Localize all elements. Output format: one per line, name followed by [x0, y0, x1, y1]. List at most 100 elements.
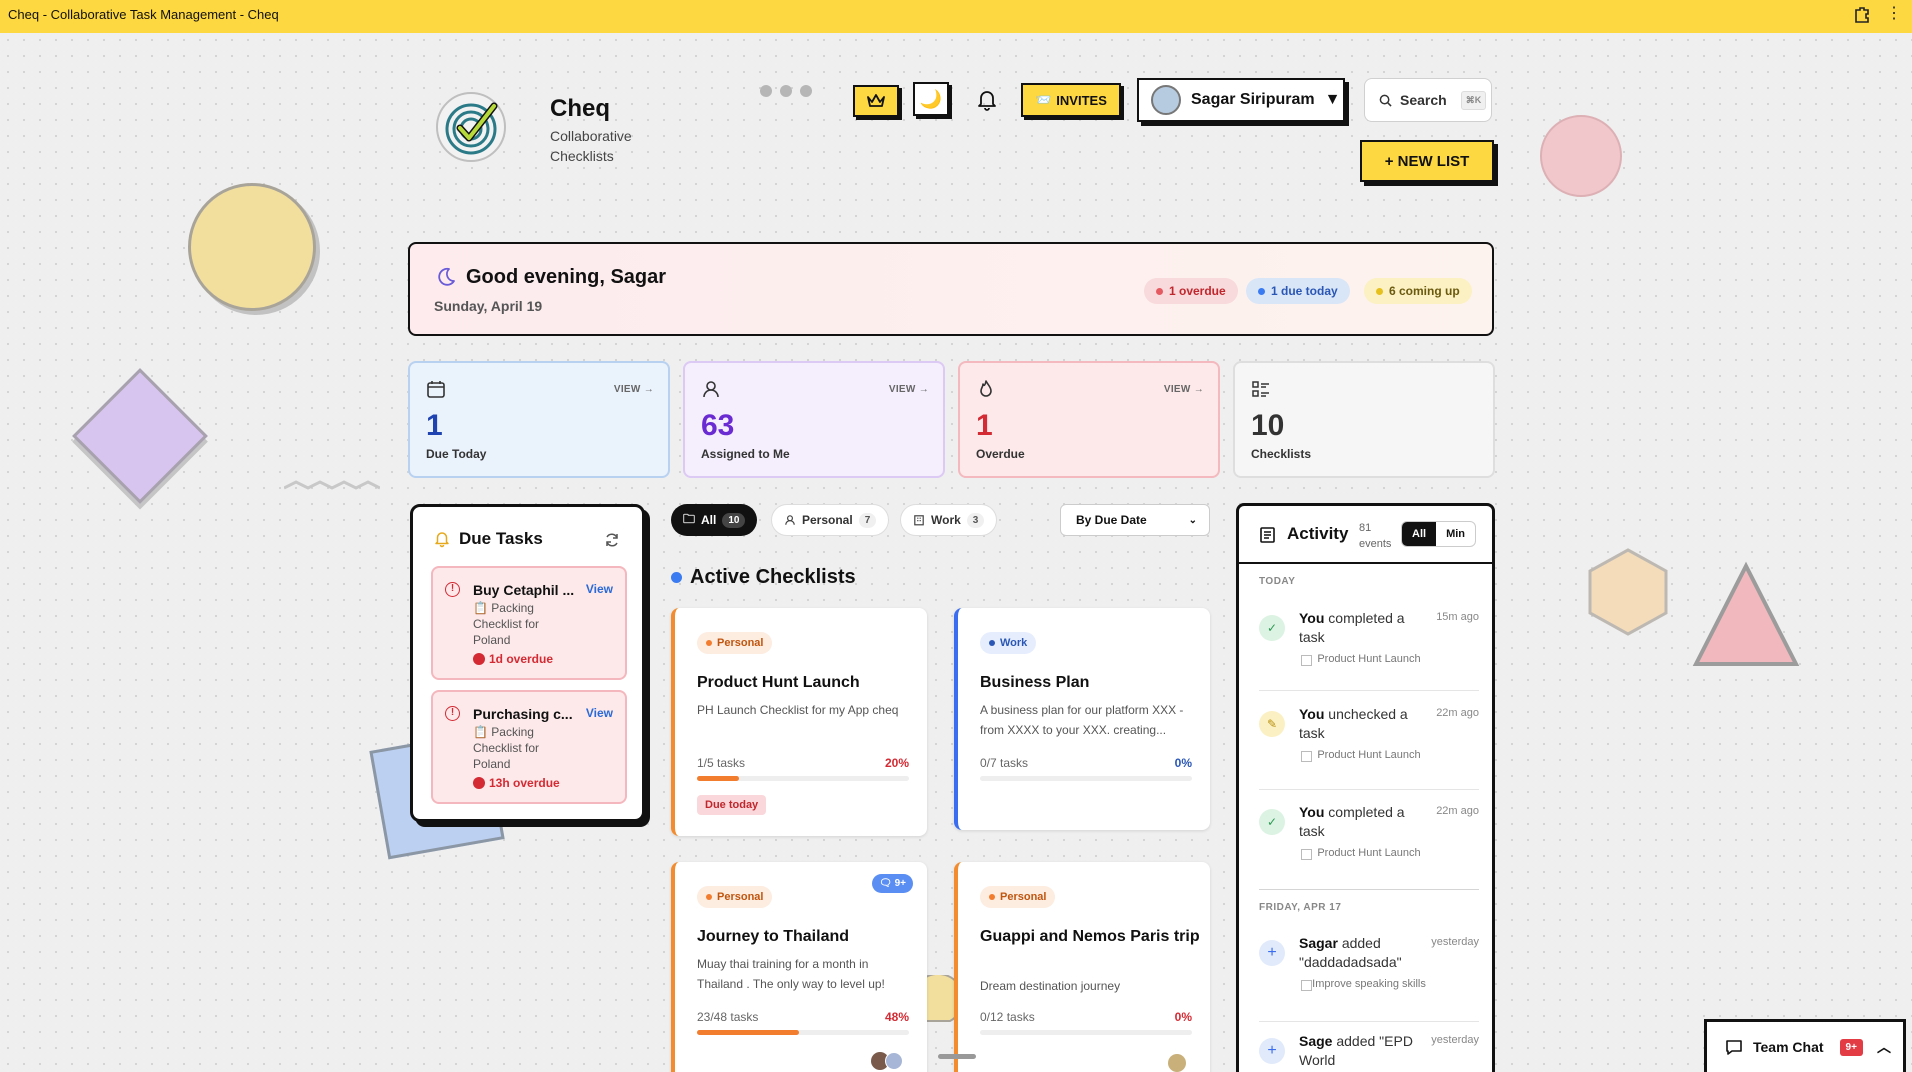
- stat-value: 10: [1251, 409, 1285, 442]
- due-task-title: Purchasing c...: [473, 706, 573, 722]
- crown-icon: [867, 94, 885, 107]
- checklist-percent: 48%: [884, 1010, 909, 1024]
- check-circle-icon: ✓: [1259, 809, 1285, 835]
- new-list-button[interactable]: + NEW LIST: [1360, 140, 1494, 182]
- due-tasks-title: Due Tasks: [459, 529, 543, 548]
- chevron-up-icon: ︿: [1876, 1039, 1891, 1055]
- checklist-card[interactable]: Personal Product Hunt Launch PH Launch C…: [671, 608, 927, 836]
- checklist-card[interactable]: 🗨 9+ Personal Journey to Thailand Muay t…: [671, 862, 927, 1072]
- stat-value: 1: [976, 409, 993, 442]
- checklist-progress-bar: [697, 776, 909, 781]
- activity-time: 15m ago: [1436, 611, 1479, 623]
- bell-icon: [435, 532, 449, 548]
- filter-work-label: Work: [931, 513, 961, 527]
- section-title: Active Checklists: [671, 566, 856, 589]
- chevron-down-icon: ⌄: [1188, 514, 1197, 526]
- activity-item: ✓ You completed a task 22m ago Product H…: [1259, 803, 1479, 873]
- comment-count-badge[interactable]: 🗨 9+: [872, 874, 913, 893]
- team-chat-button[interactable]: Team Chat 9+ ︿: [1704, 1019, 1906, 1072]
- moon-icon: 🌙: [919, 88, 943, 109]
- stat-view-link[interactable]: VIEW →: [889, 384, 929, 395]
- due-today-pill[interactable]: 1 due today: [1246, 278, 1350, 304]
- scroll-handle[interactable]: [938, 1054, 976, 1059]
- user-icon: [785, 515, 795, 525]
- checklist-tag: Work: [980, 632, 1037, 654]
- team-chat-label: Team Chat: [1753, 1039, 1824, 1055]
- sort-select[interactable]: By Due Date ⌄: [1060, 504, 1210, 536]
- more-menu-icon[interactable]: ⋮: [1886, 6, 1902, 22]
- activity-reference[interactable]: Product Hunt Launch: [1299, 845, 1439, 861]
- filter-personal-label: Personal: [802, 513, 853, 527]
- due-task-overdue-label: 1d overdue: [489, 652, 554, 666]
- folder-icon: 🗀: [683, 511, 696, 526]
- due-task-view-link[interactable]: View: [586, 706, 613, 720]
- stat-value: 1: [426, 409, 443, 442]
- checklist-tag: Personal: [697, 632, 773, 654]
- checklist-description: Muay thai training for a month in Thaila…: [697, 957, 885, 991]
- section-title-label: Active Checklists: [690, 566, 856, 588]
- due-task-list: 📋 Packing Checklist for Poland: [473, 601, 540, 647]
- premium-crown-button[interactable]: [853, 85, 899, 117]
- activity-item: ✎ You unchecked a task 22m ago Product H…: [1259, 705, 1479, 775]
- activity-item: ✓ You completed a task 15m ago Product H…: [1259, 609, 1479, 679]
- due-today-pill-label: 1 due today: [1271, 284, 1338, 298]
- caret-down-icon: ▼: [1324, 91, 1341, 108]
- building-icon: [914, 515, 924, 526]
- stat-label: Assigned to Me: [701, 447, 790, 461]
- checklist-card[interactable]: Work Business Plan A business plan for o…: [954, 608, 1210, 830]
- filter-work[interactable]: Work 3: [900, 504, 998, 536]
- user-icon: [703, 381, 719, 398]
- sort-select-value: By Due Date: [1076, 513, 1147, 527]
- stat-view-link[interactable]: VIEW →: [1164, 384, 1204, 395]
- due-task-item[interactable]: ! Purchasing c... View 📋 Packing Checkli…: [431, 690, 627, 804]
- window-title: Cheq - Collaborative Task Management - C…: [8, 7, 279, 22]
- activity-reference[interactable]: Product Hunt Launch: [1299, 747, 1439, 763]
- stat-view-link[interactable]: VIEW →: [614, 384, 654, 395]
- invites-button[interactable]: 📨 INVITES: [1021, 83, 1121, 117]
- app-logo: [436, 92, 506, 162]
- pencil-icon: ✎: [1259, 711, 1285, 737]
- overdue-pill[interactable]: 1 overdue: [1144, 278, 1238, 304]
- checklist-title: Business Plan: [980, 674, 1090, 691]
- checklist-title: Journey to Thailand: [697, 928, 850, 945]
- activity-time: yesterday: [1431, 1034, 1479, 1046]
- stat-checklists[interactable]: 10 Checklists: [1233, 361, 1495, 478]
- due-task-view-link[interactable]: View: [586, 582, 613, 596]
- stat-overdue[interactable]: VIEW → 1 Overdue: [958, 361, 1220, 478]
- stat-due-today[interactable]: VIEW → 1 Due Today: [408, 361, 670, 478]
- checklist-progress-bar: [980, 776, 1192, 781]
- activity-title: Activity: [1287, 524, 1349, 543]
- checklist-percent: 0%: [1174, 756, 1192, 770]
- activity-actor: Sage: [1299, 1033, 1333, 1049]
- calendar-icon: [427, 381, 445, 398]
- activity-actor: You: [1299, 706, 1325, 722]
- filter-personal[interactable]: Personal 7: [771, 504, 890, 536]
- checklist-description: PH Launch Checklist for my App cheq: [697, 703, 899, 717]
- scroll-log-icon: [1260, 527, 1275, 543]
- filter-all[interactable]: 🗀 All 10: [671, 504, 758, 536]
- inbox-icon: 📨: [1035, 92, 1052, 107]
- brand-subtitle: Collaborative Checklists: [550, 128, 632, 164]
- toggle-all[interactable]: All: [1402, 522, 1437, 546]
- due-task-title: Buy Cetaphil ...: [473, 582, 575, 598]
- coming-up-pill[interactable]: 6 coming up: [1364, 278, 1472, 304]
- theme-toggle-button[interactable]: 🌙: [913, 82, 949, 116]
- refresh-icon[interactable]: [604, 532, 620, 548]
- toggle-min[interactable]: Min: [1436, 522, 1475, 546]
- extension-icon[interactable]: [1852, 5, 1872, 25]
- divider: [1259, 789, 1479, 790]
- activity-header: Activity 81 events All Min: [1239, 506, 1492, 564]
- checklist-tag: Personal: [697, 886, 773, 908]
- stat-assigned-to-me[interactable]: VIEW → 63 Assigned to Me: [683, 361, 945, 478]
- activity-time: 22m ago: [1436, 805, 1479, 817]
- bell-icon[interactable]: [975, 88, 999, 112]
- activity-reference[interactable]: Improve speaking skills: [1299, 976, 1439, 992]
- user-menu-button[interactable]: Sagar Siripuram ▼: [1137, 78, 1345, 122]
- search-button[interactable]: Search ⌘K: [1364, 78, 1492, 122]
- activity-reference[interactable]: Product Hunt Launch: [1299, 651, 1439, 667]
- activity-time: yesterday: [1431, 936, 1479, 948]
- checklist-tag-label: Work: [1000, 637, 1028, 649]
- due-task-item[interactable]: ! Buy Cetaphil ... View 📋 Packing Checkl…: [431, 566, 627, 680]
- checklist-card[interactable]: Personal Guappi and Nemos Paris trip Dre…: [954, 862, 1210, 1072]
- checklist-task-count: 1/5 tasks: [697, 756, 746, 770]
